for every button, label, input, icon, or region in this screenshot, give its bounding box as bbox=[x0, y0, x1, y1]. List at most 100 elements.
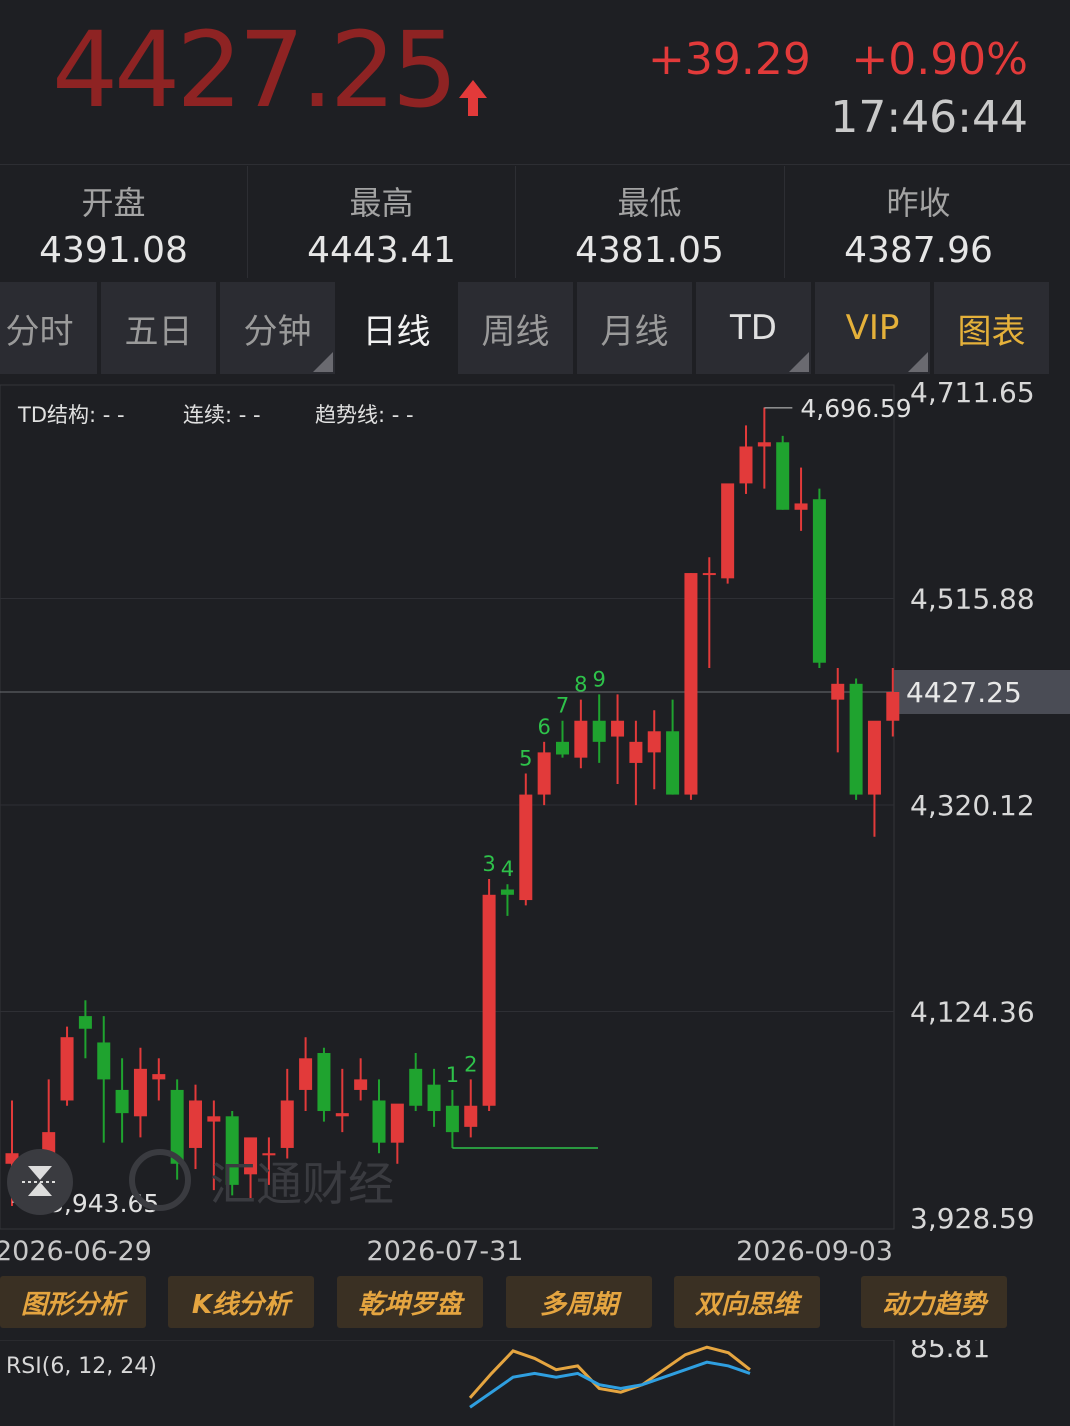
candle-body bbox=[152, 1074, 166, 1080]
candle-body bbox=[78, 1016, 92, 1029]
candle-body bbox=[207, 1116, 221, 1122]
candle-body bbox=[831, 683, 845, 700]
candle-body bbox=[427, 1084, 441, 1112]
y-tick-label: 3,928.59 bbox=[910, 1202, 1035, 1235]
tab-charts[interactable]: 图表 bbox=[934, 282, 1051, 374]
td-count-label: 6 bbox=[537, 715, 550, 739]
candle-body bbox=[629, 741, 643, 763]
candle-body bbox=[647, 731, 661, 753]
candle-body bbox=[886, 691, 900, 721]
candle-body bbox=[556, 741, 569, 755]
rsi-max-label: 85.81 bbox=[910, 1340, 990, 1364]
high-annotation: 4,696.59 bbox=[800, 394, 911, 423]
candle-body bbox=[189, 1100, 202, 1148]
consecutive-text: 连续: - - bbox=[183, 403, 261, 427]
stat-low-value: 4381.05 bbox=[575, 230, 724, 271]
candle-body bbox=[390, 1103, 404, 1143]
two-way-thinking-button[interactable]: 双向思维 bbox=[674, 1276, 820, 1328]
candle-body bbox=[133, 1068, 147, 1117]
y-tick-label: 4,320.12 bbox=[910, 789, 1035, 822]
candle-body bbox=[666, 731, 680, 795]
x-tick-label: 2026-06-29 bbox=[0, 1236, 152, 1267]
price-change: +39.29 bbox=[648, 34, 811, 85]
td-count-label: 9 bbox=[593, 667, 606, 691]
multi-period-button[interactable]: 多周期 bbox=[506, 1276, 652, 1328]
candle-body bbox=[280, 1100, 294, 1148]
candle-body bbox=[794, 503, 808, 510]
candle-body bbox=[592, 720, 606, 742]
current-price-label: 4427.25 bbox=[906, 676, 1022, 709]
candle-body bbox=[537, 752, 551, 795]
tab-weekly[interactable]: 周线 bbox=[458, 282, 575, 374]
tab-minute[interactable]: 分钟 bbox=[220, 282, 337, 374]
stat-high-label: 最高 bbox=[349, 184, 414, 222]
candle-body bbox=[299, 1058, 313, 1090]
candle-body bbox=[849, 683, 863, 795]
candle-body bbox=[611, 720, 625, 737]
candle-body bbox=[757, 442, 771, 447]
candle-body bbox=[97, 1042, 111, 1080]
rsi-label: RSI(6, 12, 24) bbox=[6, 1354, 157, 1379]
td-count-label: 5 bbox=[519, 746, 532, 770]
tab-label: VIP bbox=[845, 308, 900, 348]
tab-vip[interactable]: VIP bbox=[815, 282, 932, 374]
period-tabs: 分时 五日 分钟 日线 周线 月线 TD VIP 图表 bbox=[0, 282, 1070, 374]
tab-intraday[interactable]: 分时 bbox=[0, 282, 99, 374]
rsi-series-line bbox=[469, 1360, 751, 1409]
momentum-trend-button[interactable]: 动力趋势 bbox=[861, 1276, 1007, 1328]
candle-body bbox=[60, 1037, 74, 1101]
tab-label: 月线 bbox=[600, 311, 669, 352]
y-tick-label: 4,124.36 bbox=[910, 996, 1035, 1029]
kline-analysis-button[interactable]: K线分析 bbox=[168, 1276, 314, 1328]
candle-body bbox=[354, 1079, 368, 1090]
stat-prev-close: 昨收 4387.96 bbox=[785, 166, 1052, 278]
price-change-percent: +0.90% bbox=[851, 34, 1028, 85]
tab-label: 五日 bbox=[124, 311, 193, 352]
candle-body bbox=[721, 483, 735, 579]
candle-body bbox=[702, 573, 716, 576]
watermark-logo-icon bbox=[129, 1149, 191, 1211]
x-tick-label: 2026-09-03 bbox=[736, 1236, 893, 1267]
candle-body bbox=[684, 573, 698, 795]
td-count-label: 4 bbox=[501, 857, 514, 881]
td-count-label: 8 bbox=[574, 673, 587, 697]
header-divider bbox=[0, 164, 1070, 165]
td-count-label: 7 bbox=[556, 694, 569, 718]
candle-body bbox=[574, 720, 588, 758]
candle-body bbox=[335, 1113, 349, 1117]
pattern-analysis-button[interactable]: 图形分析 bbox=[0, 1276, 146, 1328]
collapse-icon[interactable] bbox=[7, 1149, 73, 1215]
dropdown-corner-icon bbox=[908, 352, 928, 372]
stat-open: 开盘 4391.08 bbox=[0, 166, 247, 278]
y-tick-label: 4,711.65 bbox=[910, 376, 1035, 409]
kline-chart[interactable]: 4,711.65 4,515.88 4,320.12 4,124.36 3,928.59… bbox=[0, 374, 1070, 1274]
stat-open-label: 开盘 bbox=[81, 184, 146, 222]
tab-label: 图表 bbox=[957, 311, 1026, 352]
candle-body bbox=[115, 1089, 129, 1114]
td-count-label: 3 bbox=[482, 852, 495, 876]
candle-body bbox=[739, 446, 753, 484]
candle-body bbox=[445, 1105, 459, 1133]
stat-high-value: 4443.41 bbox=[307, 230, 456, 271]
td-count-label: 1 bbox=[446, 1063, 459, 1087]
candle-body bbox=[776, 442, 790, 510]
stat-low: 最低 4381.05 bbox=[516, 166, 783, 278]
candle-body bbox=[519, 794, 533, 901]
stat-high: 最高 4443.41 bbox=[248, 166, 515, 278]
tab-label: 分钟 bbox=[243, 311, 312, 352]
qiankun-compass-button[interactable]: 乾坤罗盘 bbox=[337, 1276, 483, 1328]
td-count-label: 2 bbox=[464, 1052, 477, 1076]
tab-five-day[interactable]: 五日 bbox=[101, 282, 218, 374]
trendline-text: 趋势线: - - bbox=[315, 403, 414, 427]
quote-time: 17:46:44 bbox=[830, 92, 1028, 143]
tab-label: 日线 bbox=[362, 311, 431, 352]
tab-td[interactable]: TD bbox=[696, 282, 813, 374]
tab-monthly[interactable]: 月线 bbox=[577, 282, 694, 374]
dropdown-corner-icon bbox=[313, 352, 333, 372]
candle-body bbox=[812, 499, 826, 663]
tab-daily[interactable]: 日线 bbox=[339, 282, 456, 374]
candle-body bbox=[867, 720, 881, 795]
stat-open-value: 4391.08 bbox=[39, 230, 188, 271]
candle-body bbox=[317, 1053, 331, 1112]
rsi-series-line bbox=[468, 1345, 751, 1399]
